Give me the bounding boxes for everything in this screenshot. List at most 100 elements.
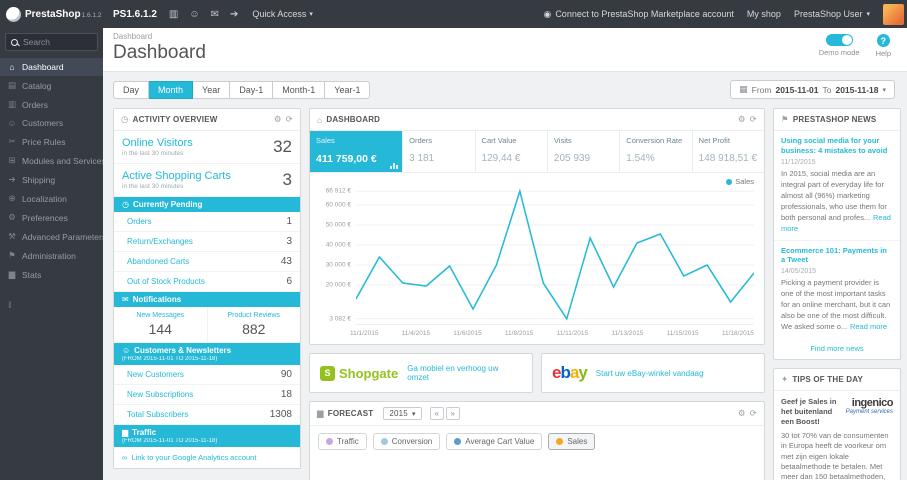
my-shop-link[interactable]: My shop	[747, 9, 781, 19]
sidebar: ⌂ Dashboard ▤ Catalog ▥ Orders ☺ Customers ✂…	[0, 28, 103, 480]
refresh-icon[interactable]: ⟳	[750, 114, 757, 125]
currently-pending-header: ◷ Currently Pending	[114, 197, 300, 212]
new-customers-row[interactable]: New Customers 90	[114, 365, 300, 385]
year-value: 2015	[389, 409, 408, 418]
kpi-visits[interactable]: Visits 205 939	[547, 131, 621, 172]
abandoned-carts-row[interactable]: Abandoned Carts 43	[114, 252, 300, 272]
find-more-news-link[interactable]: Find more news	[774, 338, 900, 359]
user-menu[interactable]: PrestaShop User ▾	[794, 9, 870, 19]
traffic-dot	[326, 438, 333, 445]
ebay-promo-link[interactable]: Start uw eBay-winkel vandaag	[596, 369, 704, 378]
search-input[interactable]	[23, 37, 85, 47]
marketplace-icon: ◉	[543, 8, 552, 19]
new-messages-cell[interactable]: New Messages 144	[114, 307, 207, 342]
dashboard-panel: ⌂ DASHBOARD ⚙ ⟳ Sales 411 759,00 € Order…	[309, 108, 765, 345]
online-visitors-sub: in the last 30 minutes	[122, 150, 184, 157]
shop-name-link[interactable]: PS1.6.1.2	[113, 9, 157, 20]
kpi-label: Cart Value	[481, 136, 517, 145]
google-analytics-link[interactable]: ∞ Link to your Google Analytics account	[114, 447, 300, 468]
sidebar-item-price-rules[interactable]: ✂ Price Rules	[0, 132, 103, 151]
forecast-year-select[interactable]: 2015 ▾	[383, 407, 422, 420]
user-label: PrestaShop User	[793, 9, 863, 19]
news-article-title[interactable]: Using social media for your business: 4 …	[781, 136, 893, 156]
sidebar-item-modules-and-services[interactable]: ⊞ Modules and Services	[0, 151, 103, 170]
y-tick-label: 66 912 €	[325, 187, 351, 195]
range-button-month[interactable]: Month	[149, 80, 194, 99]
gear-icon[interactable]: ⚙	[738, 114, 746, 125]
shopgate-promo-link[interactable]: Ga mobiel en verhoog uw omzet	[407, 364, 522, 382]
row-label: Total Subscribers	[127, 410, 189, 419]
gift-icon[interactable]: ✉	[211, 9, 219, 20]
traffic-date-range: (FROM 2015-11-01 TO 2015-11-18)	[122, 438, 218, 444]
avatar[interactable]	[883, 3, 904, 25]
forecast-prev-button[interactable]: «	[429, 407, 444, 420]
from-label: From	[751, 84, 772, 95]
sidebar-item-advanced-parameters[interactable]: ⚒ Advanced Parameters	[0, 227, 103, 246]
row-label: Return/Exchanges	[127, 237, 193, 246]
sidebar-item-orders[interactable]: ▥ Orders	[0, 95, 103, 114]
out-of-stock-row[interactable]: Out of Stock Products 6	[114, 272, 300, 292]
chart-legend[interactable]: Sales	[726, 177, 754, 186]
sidebar-item-customers[interactable]: ☺ Customers	[0, 114, 103, 132]
date-range-picker[interactable]: ▦ From 2015-11-01 To 2015-11-18 ▾	[730, 80, 895, 99]
cart-icon[interactable]: ▥	[169, 9, 178, 20]
range-button-day-1[interactable]: Day-1	[230, 80, 274, 99]
pending-returns-row[interactable]: Return/Exchanges 3	[114, 232, 300, 252]
total-subscribers-row[interactable]: Total Subscribers 1308	[114, 405, 300, 425]
kpi-cart-value[interactable]: Cart Value 129,44 €	[475, 131, 548, 172]
sales-dot	[556, 438, 564, 445]
bar-chart-icon: ▆	[317, 408, 324, 418]
sidebar-item-label: Advanced Parameters	[22, 231, 103, 242]
read-more-link[interactable]: Read more	[850, 322, 887, 331]
y-tick-label: 20 000 €	[325, 281, 351, 289]
range-button-day[interactable]: Day	[113, 80, 150, 99]
kpi-row: Sales 411 759,00 € Orders 3 181 Cart Val…	[310, 131, 764, 173]
help-icon[interactable]: ?	[876, 34, 890, 47]
customers-newsletters-header: ☺ Customers & Newsletters (FROM 2015-11-0…	[114, 343, 300, 365]
refresh-icon[interactable]: ⟳	[750, 408, 757, 419]
forecast-legend-conversion[interactable]: Conversion	[372, 433, 441, 450]
sidebar-item-preferences[interactable]: ⚙ Preferences	[0, 208, 103, 227]
rocket-icon[interactable]: ➔	[230, 9, 238, 20]
range-button-year-1[interactable]: Year-1	[325, 80, 371, 99]
gear-icon[interactable]: ⚙	[738, 408, 746, 419]
quick-access-menu[interactable]: Quick Access ▾	[252, 9, 313, 19]
row-label: New Customers	[127, 370, 184, 379]
range-button-month-1[interactable]: Month-1	[273, 80, 326, 99]
online-visitors-row[interactable]: Online Visitors in the last 30 minutes 3…	[114, 131, 300, 164]
sidebar-item-catalog[interactable]: ▤ Catalog	[0, 76, 103, 95]
kpi-orders[interactable]: Orders 3 181	[403, 131, 476, 172]
forecast-legend-average-cart-value[interactable]: Average Cart Value	[446, 433, 543, 450]
gear-icon[interactable]: ⚙	[274, 114, 282, 125]
marketplace-link[interactable]: ◉ Connect to PrestaShop Marketplace acco…	[543, 9, 733, 20]
news-article-excerpt: In 2015, social media are an integral pa…	[781, 168, 887, 222]
person-icon[interactable]: ☺	[189, 9, 199, 20]
forecast-legend-sales[interactable]: Sales	[548, 433, 596, 450]
brand-name: PrestaShop1.6.1.2	[25, 8, 102, 20]
forecast-legend-traffic[interactable]: Traffic	[318, 433, 367, 450]
conversion-dot	[380, 438, 388, 445]
sidebar-item-administration[interactable]: ⚑ Administration	[0, 246, 103, 265]
demo-mode-toggle[interactable]	[825, 34, 853, 46]
sidebar-item-shipping[interactable]: ➔ Shipping	[0, 170, 103, 189]
sidebar-search[interactable]	[5, 33, 98, 51]
news-article-title[interactable]: Ecommerce 101: Payments in a Tweet	[781, 246, 893, 266]
prestashop-logo[interactable]: PrestaShop1.6.1.2	[0, 6, 103, 22]
kpi-conversion-rate[interactable]: Conversion Rate 1.54%	[620, 131, 693, 172]
product-reviews-cell[interactable]: Product Reviews 882	[206, 307, 301, 342]
x-tick-label: 11/8/2015	[504, 330, 534, 337]
kpi-net-profit[interactable]: Net Profit 148 918,51 €	[692, 131, 764, 172]
range-button-year[interactable]: Year	[193, 80, 231, 99]
sidebar-collapse-button[interactable]: ‖	[0, 297, 103, 313]
new-subscriptions-row[interactable]: New Subscriptions 18	[114, 385, 300, 405]
x-tick-label: 11/1/2015	[350, 330, 379, 337]
active-carts-row[interactable]: Active Shopping Carts in the last 30 min…	[114, 164, 300, 197]
pending-orders-row[interactable]: Orders 1	[114, 212, 300, 232]
sidebar-item-stats[interactable]: ▆ Stats	[0, 265, 103, 284]
sidebar-item-localization[interactable]: ⊕ Localization	[0, 189, 103, 208]
kpi-sales[interactable]: Sales 411 759,00 €	[310, 131, 404, 172]
forecast-next-button[interactable]: »	[445, 407, 460, 420]
refresh-icon[interactable]: ⟳	[286, 114, 293, 125]
shopgate-icon: S	[320, 365, 335, 381]
sidebar-item-dashboard[interactable]: ⌂ Dashboard	[0, 58, 103, 76]
